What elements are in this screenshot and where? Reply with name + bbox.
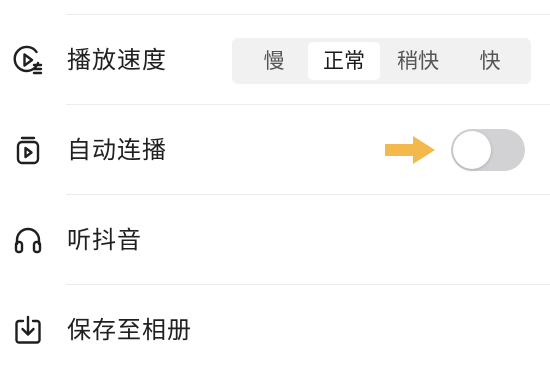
toggle-knob xyxy=(453,131,491,169)
play-speed-icon xyxy=(12,44,44,76)
speed-option-slow[interactable]: 慢 xyxy=(238,42,310,80)
headphones-icon xyxy=(12,224,44,256)
speed-option-normal[interactable]: 正常 xyxy=(308,42,380,80)
save-to-album-row[interactable]: 保存至相册 xyxy=(0,300,550,360)
autoplay-toggle[interactable] xyxy=(451,129,525,171)
save-to-album-label: 保存至相册 xyxy=(67,316,192,344)
playback-speed-row: 播放速度 慢 正常 稍快 快 xyxy=(0,30,550,90)
settings-menu: 播放速度 慢 正常 稍快 快 自动连播 听抖音 保存至相册 xyxy=(0,0,550,366)
speed-selector: 慢 正常 稍快 快 xyxy=(232,38,531,84)
autoplay-label: 自动连播 xyxy=(67,136,167,164)
listen-douyin-label: 听抖音 xyxy=(67,226,142,254)
divider xyxy=(66,194,550,195)
speed-option-fast[interactable]: 快 xyxy=(454,42,526,80)
divider xyxy=(66,104,550,105)
listen-douyin-row[interactable]: 听抖音 xyxy=(0,210,550,270)
autoplay-icon xyxy=(12,134,44,166)
speed-option-faster[interactable]: 稍快 xyxy=(382,42,454,80)
download-icon xyxy=(12,314,44,346)
divider xyxy=(66,14,550,15)
divider xyxy=(66,284,550,285)
pointer-arrow-icon xyxy=(385,136,435,164)
playback-speed-label: 播放速度 xyxy=(67,46,167,74)
autoplay-row: 自动连播 xyxy=(0,120,550,180)
